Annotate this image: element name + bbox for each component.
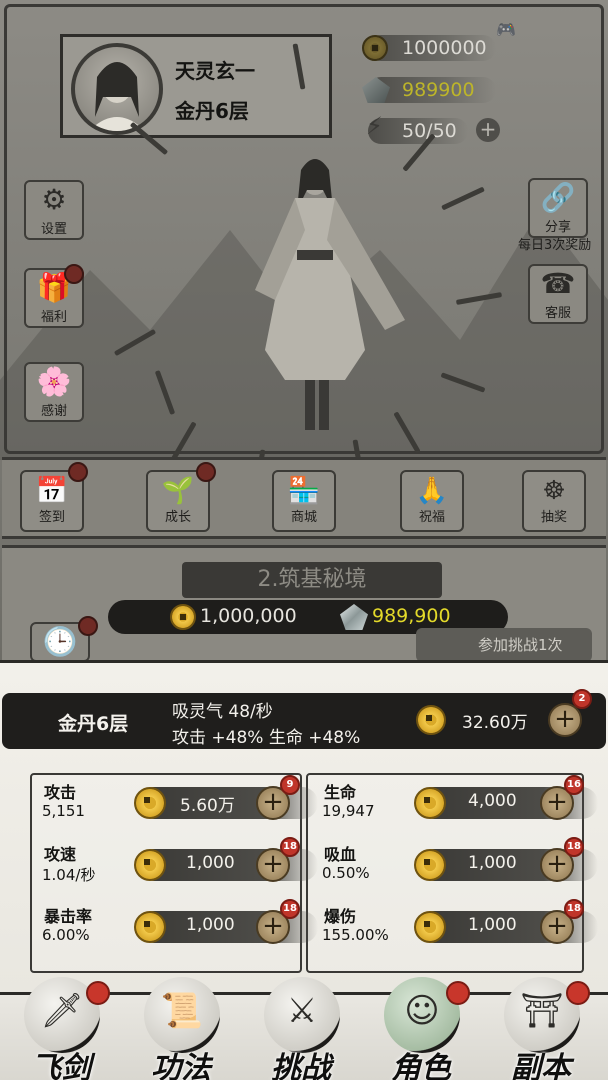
upgrade-lifesteal-badge: 18 [564,837,584,857]
upgrade-attack-speed-badge: 18 [280,837,300,857]
praying-hands-icon: 🙏 [415,476,449,506]
stat-attack: 攻击 5,151 5.60万 + 9 [38,775,334,827]
dungeon-section: 2.筑基秘境 1,000,000 989,900 🕒 参加挑战1次 [2,545,606,660]
realm-upgrade-cost: 32.60万 [462,713,528,733]
growth-notification-dot [196,462,216,482]
settings-button[interactable]: ⚙ 设置 [24,180,84,240]
stamina-counter: 50/50 [368,118,468,144]
gear-icon: ⚙ [41,183,67,216]
nav-character-dot [446,981,470,1005]
dungeon-title: 2.筑基秘境 [257,567,367,592]
gold-coin-icon [414,911,446,943]
stat-crit-damage: 爆伤 155.00% 1,000 + 18 [318,899,608,951]
upgrade-health-badge: 16 [564,775,584,795]
upgrade-crit-rate-badge: 18 [280,899,300,919]
thanks-button[interactable]: 🌸 感谢 [24,362,84,422]
checkin-notification-dot [68,462,88,482]
stone-value: 989900 [402,79,475,101]
realm-upgrade-badge: 2 [572,689,592,709]
stat-attack-speed: 攻速 1.04/秒 1,000 + 18 [38,837,334,889]
shop-stall-icon: 🏪 [287,476,321,506]
gold-value: 1000000 [402,37,487,59]
cultivation-panel: 金丹6层 吸灵气 48/秒 攻击 +48% 生命 +48% 32.60万 + 2… [0,660,608,992]
stat-lifesteal: 吸血 0.50% 1,000 + 18 [318,837,608,889]
stat-crit-rate: 暴击率 6.00% 1,000 + 18 [38,899,334,951]
wheel-icon: ☸ [542,476,566,506]
gamepad-icon[interactable]: 🎮 [496,20,516,39]
crossed-swords-icon: ⚔ [286,991,318,1031]
dungeon-title-banner: 2.筑基秘境 [182,562,442,598]
join-challenge-label: 参加挑战1次 [478,636,563,654]
share-reward-caption: 每日3次奖励 [518,238,592,253]
gold-coin-icon [416,705,446,735]
timer-notification-dot [78,616,98,636]
profile-card[interactable]: 天灵玄一 金丹6层 [60,34,332,138]
qi-absorption-rate: 吸灵气 48/秒 [172,702,273,722]
gold-coin-icon [170,604,196,630]
share-icon: 🔗 [540,181,576,214]
player-name: 天灵玄一 [175,59,255,83]
share-button[interactable]: 🔗 分享 [528,178,588,238]
upgrade-crit-damage-badge: 18 [564,899,584,919]
join-challenge-button[interactable]: 参加挑战1次 [416,628,592,660]
nav-character[interactable]: ☺ 角色 [362,977,480,1080]
gold-coin-icon [134,849,166,881]
bottom-nav: 🗡 飞剑 📜 功法 ⚔ 挑战 ☺ 角色 ⛩ 副本 [0,977,608,1080]
lightning-icon: ⚡ [366,112,383,140]
gold-coin-icon [362,35,388,61]
gold-coin-icon [134,787,166,819]
stat-health: 生命 19,947 4,000 + 16 [318,775,608,827]
player-realm: 金丹6层 [175,99,249,123]
add-stamina-button[interactable]: + [476,118,500,142]
customer-service-button[interactable]: ☎ 客服 [528,264,588,324]
scroll-icon: 📜 [160,991,204,1031]
spirit-stone-icon [340,604,368,630]
game-scene: 天灵玄一 金丹6层 1000000 989900 50/50 ⚡ + 🎮 ⚙ 设… [0,0,608,660]
shop-button[interactable]: 🏪 商城 [272,470,336,532]
upgrade-attack-badge: 9 [280,775,300,795]
player-avatar[interactable] [71,43,163,135]
gold-coin-icon [414,849,446,881]
realm-bonus: 攻击 +48% 生命 +48% [172,728,361,748]
nav-flying-sword[interactable]: 🗡 飞剑 [2,977,120,1080]
gold-coin-icon [414,787,446,819]
realm-upgrade-bar: 金丹6层 吸灵气 48/秒 攻击 +48% 生命 +48% 32.60万 + 2 [2,689,606,749]
dungeon-stone-cost: 989,900 [372,605,451,627]
blessing-button[interactable]: 🙏 祝福 [400,470,464,532]
nav-flying-sword-dot [86,981,110,1005]
hero-character [255,159,405,430]
nav-challenge[interactable]: ⚔ 挑战 [242,977,360,1080]
nav-dungeon-dot [566,981,590,1005]
lottery-button[interactable]: ☸ 抽奖 [522,470,586,532]
welfare-notification-dot [64,264,84,284]
current-realm: 金丹6层 [58,713,129,735]
feature-bar: 📅 签到 🌱 成长 🏪 商城 🙏 祝福 ☸ 抽奖 [2,457,606,539]
nav-dungeon[interactable]: ⛩ 副本 [482,977,600,1080]
lotus-hands-icon: 🌸 [36,365,72,398]
dungeon-gold-cost: 1,000,000 [200,605,297,627]
nav-techniques[interactable]: 📜 功法 [122,977,240,1080]
telephone-icon: ☎ [540,267,576,300]
gold-coin-icon [134,911,166,943]
